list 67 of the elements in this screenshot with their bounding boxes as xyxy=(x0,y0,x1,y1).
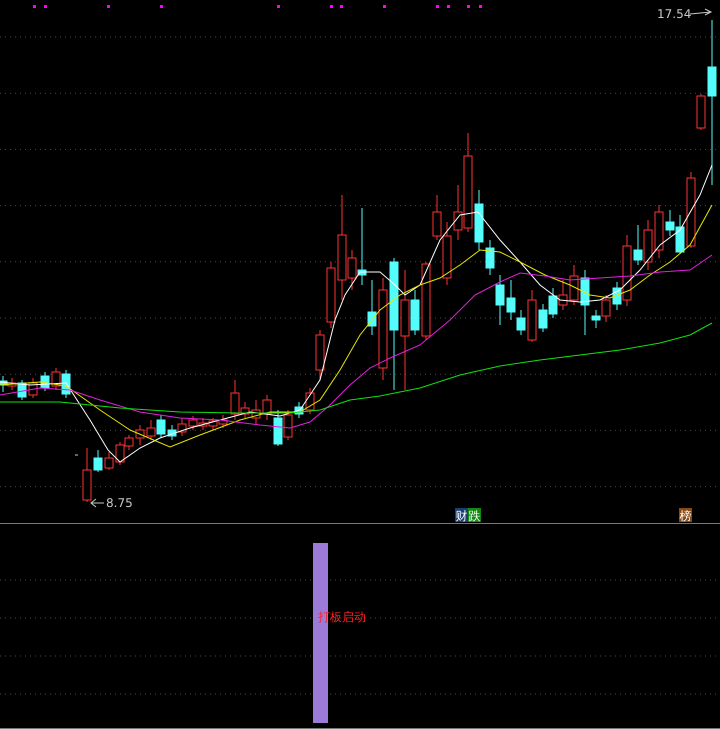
arrow-icon xyxy=(90,498,104,508)
signal-marker-icon xyxy=(479,5,482,8)
signal-marker-icon xyxy=(33,5,36,8)
rising-candlestick xyxy=(306,388,314,414)
falling-candlestick xyxy=(538,304,548,332)
rising-candlestick xyxy=(326,262,336,328)
rising-candlestick xyxy=(136,424,144,446)
event-tag[interactable]: 跌 xyxy=(468,508,481,523)
signal-marker-icon xyxy=(330,5,333,8)
rising-candlestick xyxy=(188,416,198,430)
falling-candlestick xyxy=(486,240,494,276)
falling-candlestick xyxy=(294,402,304,418)
falling-candlestick xyxy=(612,282,622,310)
falling-candlestick xyxy=(94,450,102,472)
falling-candlestick xyxy=(592,310,600,328)
falling-candlestick xyxy=(474,190,484,250)
rising-candlestick xyxy=(442,222,452,286)
arrow-icon xyxy=(690,8,712,16)
signal-marker-icon xyxy=(436,5,439,8)
rising-candlestick xyxy=(696,94,706,130)
falling-candlestick xyxy=(496,274,504,326)
signal-marker-icon xyxy=(44,5,47,8)
falling-candlestick xyxy=(18,380,26,400)
rising-candlestick xyxy=(82,448,92,502)
rising-candlestick xyxy=(218,414,228,428)
rising-candlestick xyxy=(146,420,156,440)
signal-marker-icon xyxy=(340,5,343,8)
rising-candlestick xyxy=(252,400,260,426)
low-price-label: 8.75 xyxy=(106,496,133,510)
rising-candlestick xyxy=(602,294,610,322)
falling-candlestick xyxy=(368,280,376,336)
signal-marker-icon xyxy=(467,5,470,8)
event-tag[interactable]: 财 xyxy=(455,508,468,523)
high-price-label: 17.54 xyxy=(657,7,692,21)
falling-candlestick xyxy=(62,370,70,398)
falling-candlestick xyxy=(168,424,176,440)
falling-candlestick xyxy=(274,410,282,446)
rising-candlestick xyxy=(8,378,16,390)
falling-candlestick xyxy=(40,372,50,392)
rising-candlestick xyxy=(432,194,442,240)
event-tag[interactable]: 榜 xyxy=(679,508,692,523)
signal-marker-icon xyxy=(160,5,163,8)
rising-candlestick xyxy=(28,378,38,398)
falling-candlestick xyxy=(634,224,642,266)
rising-candlestick xyxy=(104,452,114,470)
rising-candlestick xyxy=(644,220,652,270)
rising-candlestick xyxy=(528,290,536,342)
rising-candlestick xyxy=(198,418,208,430)
signal-marker-icon xyxy=(447,5,450,8)
rising-candlestick xyxy=(262,394,272,420)
signal-marker-icon xyxy=(383,5,386,8)
rising-candlestick xyxy=(52,368,60,390)
rising-candlestick xyxy=(316,330,324,380)
falling-candlestick xyxy=(0,376,8,392)
falling-candlestick xyxy=(548,288,558,318)
signal-marker-icon xyxy=(277,5,280,8)
falling-candlestick xyxy=(156,414,166,438)
falling-candlestick xyxy=(580,270,590,336)
rising-candlestick xyxy=(284,410,292,440)
rising-candlestick xyxy=(178,418,186,436)
rising-candlestick xyxy=(622,234,632,306)
falling-candlestick xyxy=(410,290,420,336)
rising-candlestick xyxy=(654,204,664,258)
signal-marker-icon xyxy=(107,5,110,8)
rising-candlestick xyxy=(208,418,218,430)
rising-candlestick xyxy=(570,264,578,306)
rising-candlestick xyxy=(558,280,568,310)
